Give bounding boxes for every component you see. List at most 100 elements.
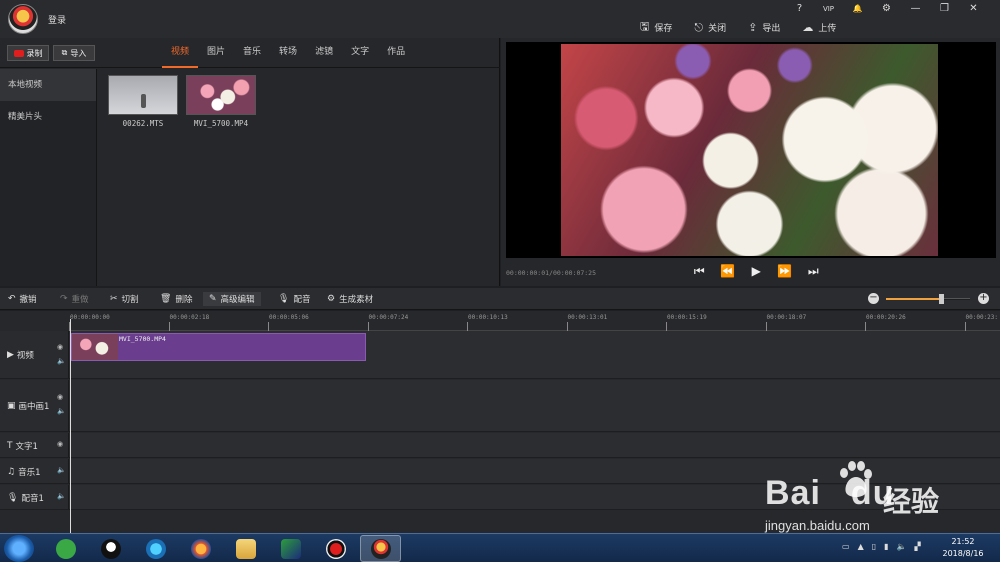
eye-icon[interactable]: ◉ <box>57 343 63 351</box>
zoom-out-button[interactable]: − <box>868 293 879 304</box>
clip-thumbnail <box>72 334 118 360</box>
keyboard-icon[interactable]: ▭ <box>842 542 850 551</box>
tab-transition[interactable]: 转场 <box>270 38 306 68</box>
baidu-watermark: Bai du 经验 jingyan.baidu.com <box>765 460 995 540</box>
minimize-button[interactable]: — <box>901 2 930 16</box>
track-header: ▣ 画中画1 ◉ 🔈 <box>0 380 69 431</box>
volume-icon[interactable]: 🔈 <box>57 407 66 415</box>
clock-time: 21:52 <box>951 537 975 546</box>
taskbar-app-recorder[interactable] <box>315 535 356 562</box>
cut-button[interactable]: ✂ 切割 <box>110 292 139 306</box>
delete-button[interactable]: 🗑 删除 <box>160 292 192 306</box>
help-icon[interactable]: ? <box>785 2 814 16</box>
volume-icon[interactable]: 🔈 <box>897 542 907 551</box>
tab-music[interactable]: 音乐 <box>234 38 270 68</box>
media-filename: 00262.MTS <box>122 119 164 128</box>
taskbar-app-video-editor[interactable] <box>360 535 401 562</box>
category-local-video[interactable]: 本地视频 <box>0 69 96 101</box>
media-item[interactable]: MVI_5700.MP4 <box>186 75 256 128</box>
tab-image[interactable]: 图片 <box>198 38 234 68</box>
video-icon: ▶ <box>7 350 14 360</box>
taskbar-app-firefox[interactable] <box>180 535 221 562</box>
upload-button[interactable]: ☁ 上传 <box>802 18 836 37</box>
clip-name: MVI_5700.MP4 <box>119 335 166 343</box>
ruler-tick: 00:00:23: <box>964 314 999 331</box>
trash-icon: 🗑 <box>160 294 172 304</box>
zoom-fill <box>886 298 941 300</box>
bell-icon[interactable]: 🔔 <box>843 2 872 16</box>
start-button[interactable] <box>4 535 34 562</box>
taskbar-app-editor[interactable] <box>270 535 311 562</box>
export-button[interactable]: ⇪ 导出 <box>748 18 780 37</box>
import-button[interactable]: ⧉ 导入 <box>53 45 95 61</box>
ruler-tick: 00:00:10:13 <box>467 314 508 331</box>
generate-asset-button[interactable]: ⚙ 生成素材 <box>327 292 373 306</box>
volume-icon[interactable]: 🔈 <box>57 466 66 474</box>
ruler-tick: 00:00:15:19 <box>666 314 707 331</box>
ruler-tick: 00:00:07:24 <box>367 314 409 331</box>
restore-button[interactable]: ❐ <box>930 2 959 16</box>
skip-end-icon[interactable]: ⏭ <box>799 264 828 279</box>
time-ruler[interactable]: 00:00:00:00 00:00:02:18 00:00:05:06 00:0… <box>69 311 1000 331</box>
save-button[interactable]: 🖫 保存 <box>640 18 672 37</box>
zoom-in-button[interactable]: + <box>978 293 989 304</box>
app-logo[interactable] <box>8 4 38 34</box>
media-item[interactable]: 00262.MTS <box>108 75 178 128</box>
close-doc-icon: ⎋ <box>694 20 704 34</box>
tab-filter[interactable]: 滤镜 <box>306 38 342 68</box>
taskbar-app-explorer[interactable] <box>225 535 266 562</box>
preview-screen[interactable] <box>506 42 996 258</box>
step-forward-icon[interactable]: ⏩ <box>771 264 800 279</box>
network-icon[interactable]: ▮ <box>884 542 888 551</box>
taskbar-app-360[interactable] <box>45 535 86 562</box>
media-filename: MVI_5700.MP4 <box>193 119 249 128</box>
category-intros[interactable]: 精美片头 <box>0 101 96 133</box>
ruler-tick: 00:00:20:26 <box>865 314 906 331</box>
tray-expand-icon[interactable]: ▲ <box>858 542 864 551</box>
advanced-edit-button[interactable]: ✎ 高级编辑 <box>203 292 261 306</box>
playback-controls: ⏮ ⏪ ▶ ⏩ ⏭ <box>685 264 828 279</box>
ruler-tick: 00:00:13:01 <box>566 314 608 331</box>
eye-icon[interactable]: ◉ <box>57 393 63 401</box>
system-buttons: ? VIP 🔔 ⚙ — ❐ ✕ <box>785 2 988 16</box>
volume-icon[interactable]: 🔈 <box>57 357 66 365</box>
redo-icon: ↷ <box>60 294 68 304</box>
eye-icon[interactable]: ◉ <box>57 440 63 448</box>
redo-button[interactable]: ↷ 重做 <box>60 292 89 306</box>
video-clip[interactable]: MVI_5700.MP4 <box>71 333 366 361</box>
taskbar-clock[interactable]: 21:52 2018/8/16 <box>938 536 988 560</box>
zoom-slider[interactable] <box>886 294 970 304</box>
gear-icon[interactable]: ⚙ <box>872 2 901 16</box>
skip-start-icon[interactable]: ⏮ <box>685 264 714 279</box>
volume-icon[interactable]: 🔈 <box>57 492 66 500</box>
step-back-icon[interactable]: ⏪ <box>714 264 743 279</box>
undo-button[interactable]: ↶ 撤销 <box>8 292 37 306</box>
vip-icon[interactable]: VIP <box>814 2 843 16</box>
close-project-button[interactable]: ⎋ 关闭 <box>694 18 726 37</box>
playhead[interactable] <box>70 319 71 533</box>
play-icon[interactable]: ▶ <box>742 264 771 279</box>
tab-works[interactable]: 作品 <box>378 38 414 68</box>
record-button[interactable]: 录制 <box>7 45 49 61</box>
preview-timecode: 00:00:00:01/00:00:07:25 <box>506 269 597 277</box>
taskbar-app-qq[interactable] <box>90 535 131 562</box>
scissors-icon: ✂ <box>110 294 118 304</box>
track-video: ▶ 视频 ◉ 🔈 MVI_5700.MP4 <box>0 331 1000 379</box>
login-link[interactable]: 登录 <box>48 13 66 26</box>
dub-button[interactable]: 🎙 配音 <box>278 292 310 306</box>
track-header: 🎙 配音1 🔈 <box>0 485 69 509</box>
close-button[interactable]: ✕ <box>959 2 988 16</box>
media-thumbnail <box>186 75 256 115</box>
record-icon <box>13 49 24 57</box>
media-player-icon <box>145 538 166 559</box>
tab-video[interactable]: 视频 <box>162 38 199 68</box>
zoom-handle[interactable] <box>938 294 944 304</box>
save-icon: 🖫 <box>640 20 650 33</box>
taskbar-app-player[interactable] <box>135 535 176 562</box>
device-icon[interactable]: ▯ <box>872 542 876 551</box>
tab-text[interactable]: 文字 <box>342 38 378 68</box>
category-list: 本地视频 精美片头 <box>0 69 97 286</box>
folder-icon <box>235 538 256 559</box>
signal-icon[interactable]: ▞ <box>915 542 921 551</box>
microphone-icon: 🎙 <box>278 294 290 304</box>
